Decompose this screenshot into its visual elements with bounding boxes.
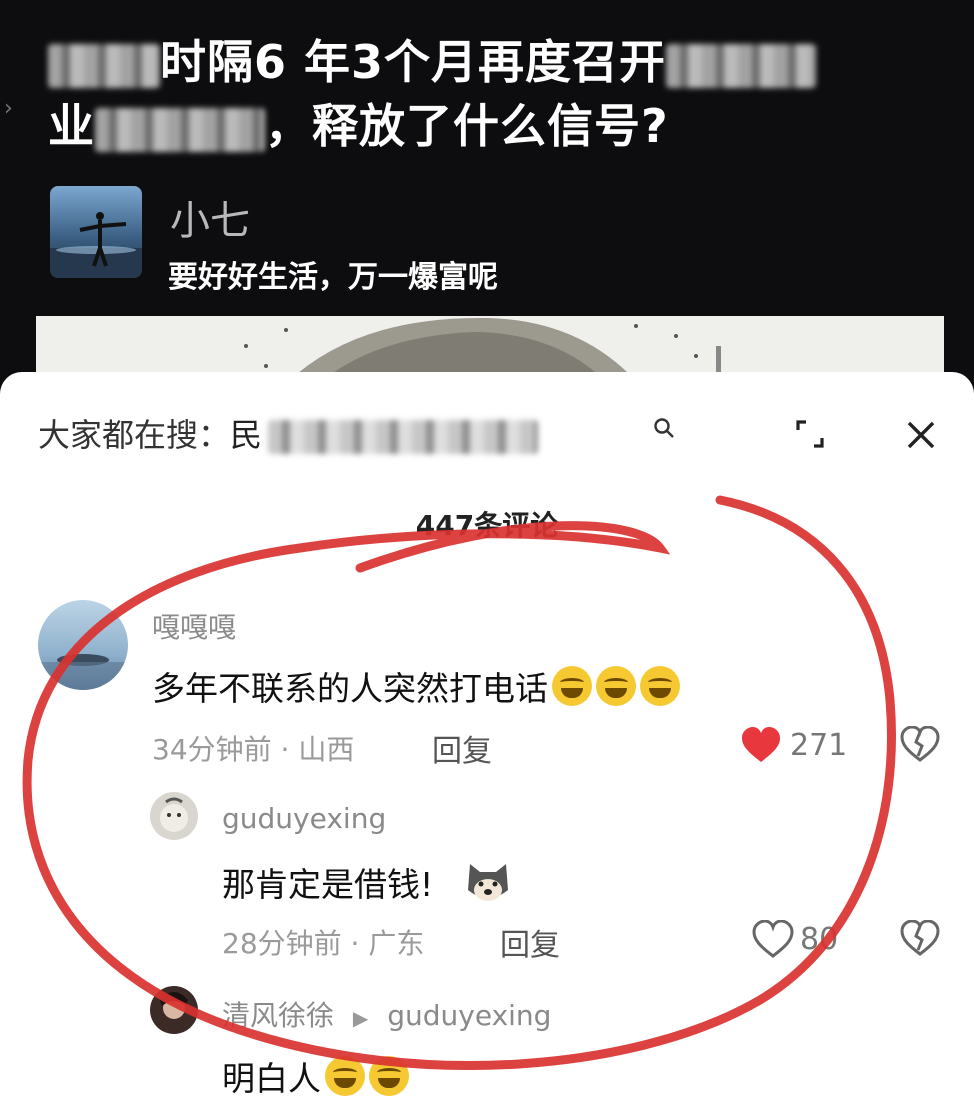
comment-username[interactable]: 嘎嘎嘎 <box>152 606 236 646</box>
comment-count-header: 447条评论 <box>415 509 559 542</box>
comment-text: 明白人 <box>222 1052 409 1100</box>
doge-emoji-icon <box>467 864 508 901</box>
boat-photo-image <box>38 654 128 690</box>
headline-part-2: 业 <box>48 99 95 153</box>
commenter-avatar[interactable] <box>150 792 198 840</box>
comment-username[interactable]: 清风徐徐 <box>222 999 334 1032</box>
avatar-silhouette-image <box>50 212 142 278</box>
reply-button[interactable]: 回复 <box>500 920 560 964</box>
comment-sheet: 大家都在搜：民 447条评论 嘎嘎嘎 多年不联系的人突然打电话 34分钟前 · … <box>0 372 974 1114</box>
like-count: 271 <box>790 728 848 763</box>
laughing-emoji-icon <box>552 666 592 706</box>
portrait-avatar-image <box>160 992 188 1019</box>
search-prefix-label: 大家都在搜： <box>38 416 231 454</box>
comment-body: 那肯定是借钱! <box>222 865 434 904</box>
reply-button[interactable]: 回复 <box>432 726 492 770</box>
search-suggestion-bar[interactable]: 大家都在搜：民 <box>38 410 539 456</box>
comment-body: 多年不联系的人突然打电话 <box>152 669 548 708</box>
heart-filled-icon[interactable] <box>740 726 782 764</box>
chevron-left-icon[interactable]: › <box>4 96 13 121</box>
search-icon[interactable] <box>652 416 676 440</box>
comment-text: 多年不联系的人突然打电话 <box>152 662 680 710</box>
laughing-emoji-icon <box>596 666 636 706</box>
laughing-emoji-icon <box>325 1056 365 1096</box>
close-icon[interactable] <box>896 410 946 460</box>
comment-time-location: 28分钟前 · 广东 <box>222 927 425 960</box>
search-query-text[interactable]: 民 <box>230 416 262 454</box>
comment-text: 那肯定是借钱! <box>222 858 512 906</box>
laughing-emoji-icon <box>640 666 680 706</box>
comment-username[interactable]: guduyexing <box>222 802 386 835</box>
video-area[interactable]: › 时隔6 年3个月再度召开 业 ，释放了什么信号? 小七 要好好生活，万一爆富呢 <box>0 0 974 406</box>
redacted-text <box>95 107 265 152</box>
commenter-avatar[interactable] <box>150 986 198 1034</box>
cartoon-avatar-image <box>160 797 188 832</box>
author-avatar[interactable] <box>50 186 142 278</box>
broken-heart-icon[interactable] <box>900 920 940 956</box>
redacted-text <box>666 43 817 88</box>
commenter-avatar[interactable] <box>38 600 128 690</box>
headline-part-1: 时隔6 年3个月再度召开 <box>160 35 667 89</box>
author-signature: 要好好生活，万一爆富呢 <box>168 260 498 295</box>
author-name[interactable]: 小七 <box>170 188 250 246</box>
post-headline: 时隔6 年3个月再度召开 业 ，释放了什么信号? <box>48 30 928 158</box>
comment-reply-header: 清风徐徐 ▶ guduyexing <box>222 994 551 1034</box>
redacted-text <box>268 420 539 454</box>
expand-icon[interactable] <box>790 414 830 454</box>
redacted-text <box>48 43 160 88</box>
like-count: 80 <box>800 922 839 957</box>
screenshot-page: › 时隔6 年3个月再度召开 业 ，释放了什么信号? 小七 要好好生活，万一爆富呢 <box>0 0 974 1114</box>
broken-heart-icon[interactable] <box>900 726 940 762</box>
headline-part-3: ，释放了什么信号? <box>265 99 669 153</box>
heart-outline-icon[interactable] <box>752 920 794 958</box>
reply-to-username[interactable]: guduyexing <box>387 999 551 1032</box>
comment-time-location: 34分钟前 · 山西 <box>152 733 355 766</box>
comment-body: 明白人 <box>222 1059 321 1098</box>
reply-arrow-icon: ▶ <box>352 1006 369 1030</box>
laughing-emoji-icon <box>369 1056 409 1096</box>
